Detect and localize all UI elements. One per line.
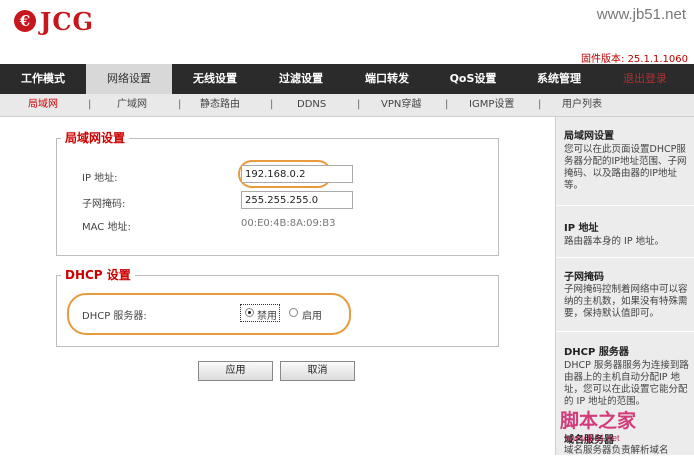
subnav-igmp[interactable]: IGMP设置 bbox=[469, 94, 514, 116]
dhcp-server-label: DHCP 服务器: bbox=[82, 311, 147, 322]
help-divider bbox=[556, 257, 694, 258]
dhcp-disable-radio[interactable] bbox=[245, 308, 254, 317]
subnav-separator: | bbox=[538, 99, 542, 110]
help-lan-text: 您可以在此页面设置DHCP服务器分配的IP地址范围、子网掩码、以及路由器的IP地… bbox=[564, 144, 687, 191]
nav-work-mode[interactable]: 工作模式 bbox=[0, 64, 86, 94]
settings-panel: 局域网设置 IP 地址: 192.168.0.2 子网掩码: 255.255.2… bbox=[0, 117, 553, 455]
ip-address-label: IP 地址: bbox=[82, 173, 118, 184]
help-lan-title: 局域网设置 bbox=[564, 131, 614, 142]
help-mask-text: 子网掩码控制着网络中可以容纳的主机数，如果没有特殊需要，保持默认值即可。 bbox=[564, 284, 688, 319]
subnav-static-route[interactable]: 静态路由 bbox=[200, 94, 240, 116]
brand-name: JCG bbox=[40, 6, 94, 36]
watermark-url: www.jb51.net bbox=[596, 6, 686, 23]
nav-logout[interactable]: 退出登录 bbox=[602, 64, 688, 94]
subnav-vpn-passthrough[interactable]: VPN穿越 bbox=[381, 94, 421, 116]
subnav-separator: | bbox=[178, 99, 182, 110]
firmware-version: 固件版本: 25.1.1.1060 bbox=[581, 54, 688, 65]
watermark-logo: 脚本之家 bbox=[560, 410, 637, 432]
dhcp-disable-label[interactable]: 禁用 bbox=[257, 307, 277, 322]
help-ip-text: 路由器本身的 IP 地址。 bbox=[564, 236, 665, 247]
subnav-separator: | bbox=[270, 99, 274, 110]
watermark-logo-url: www.jb51.net bbox=[566, 433, 620, 443]
help-sidebar: 局域网设置 您可以在此页面设置DHCP服务器分配的IP地址范围、子网掩码、以及路… bbox=[555, 117, 694, 456]
help-mask-title: 子网掩码 bbox=[564, 272, 604, 283]
nav-port-forwarding[interactable]: 端口转发 bbox=[344, 64, 430, 94]
ip-address-input[interactable]: 192.168.0.2 bbox=[241, 165, 353, 183]
subnav-separator: | bbox=[445, 99, 449, 110]
apply-button[interactable]: 应用 bbox=[198, 361, 273, 381]
subnav-wan[interactable]: 广域网 bbox=[117, 94, 147, 116]
sub-nav: 局域网 | 广域网 | 静态路由 | DDNS | VPN穿越 | IGMP设置… bbox=[0, 94, 694, 117]
subnet-mask-label: 子网掩码: bbox=[82, 199, 126, 210]
dhcp-settings-legend: DHCP 设置 bbox=[61, 266, 135, 283]
jcg-logo-icon: € bbox=[14, 10, 36, 32]
nav-network-settings[interactable]: 网络设置 bbox=[86, 64, 172, 94]
help-domain-text: 域名服务器负责解析域名 bbox=[564, 445, 669, 456]
nav-wireless-settings[interactable]: 无线设置 bbox=[172, 64, 258, 94]
dhcp-enable-radio[interactable] bbox=[289, 308, 298, 317]
subnav-user-list[interactable]: 用户列表 bbox=[562, 94, 602, 116]
subnet-mask-input[interactable]: 255.255.255.0 bbox=[241, 191, 353, 209]
nav-filter-settings[interactable]: 过滤设置 bbox=[258, 64, 344, 94]
help-dhcp-text: DHCP 服务器服务为连接到路由器上的主机自动分配IP 地址，您可以在此设置它能… bbox=[564, 360, 689, 407]
mac-address-value: 00:E0:4B:8A:09:B3 bbox=[241, 218, 336, 229]
main-nav: 工作模式 网络设置 无线设置 过滤设置 端口转发 QoS设置 系统管理 退出登录 bbox=[0, 64, 694, 94]
cancel-button[interactable]: 取消 bbox=[280, 361, 355, 381]
brand-logo: € JCG bbox=[14, 6, 94, 36]
nav-system-management[interactable]: 系统管理 bbox=[516, 64, 602, 94]
subnav-separator: | bbox=[88, 99, 92, 110]
subnav-lan[interactable]: 局域网 bbox=[28, 94, 58, 116]
subnav-separator: | bbox=[357, 99, 361, 110]
lan-settings-legend: 局域网设置 bbox=[61, 129, 130, 146]
nav-qos-settings[interactable]: QoS设置 bbox=[430, 64, 516, 94]
dhcp-enable-label[interactable]: 启用 bbox=[302, 307, 322, 322]
help-ip-title: IP 地址 bbox=[564, 223, 599, 234]
subnav-ddns[interactable]: DDNS bbox=[297, 94, 326, 116]
help-dhcp-title: DHCP 服务器 bbox=[564, 347, 629, 358]
help-divider bbox=[556, 205, 694, 206]
help-divider bbox=[556, 331, 694, 332]
mac-address-label: MAC 地址: bbox=[82, 222, 131, 233]
